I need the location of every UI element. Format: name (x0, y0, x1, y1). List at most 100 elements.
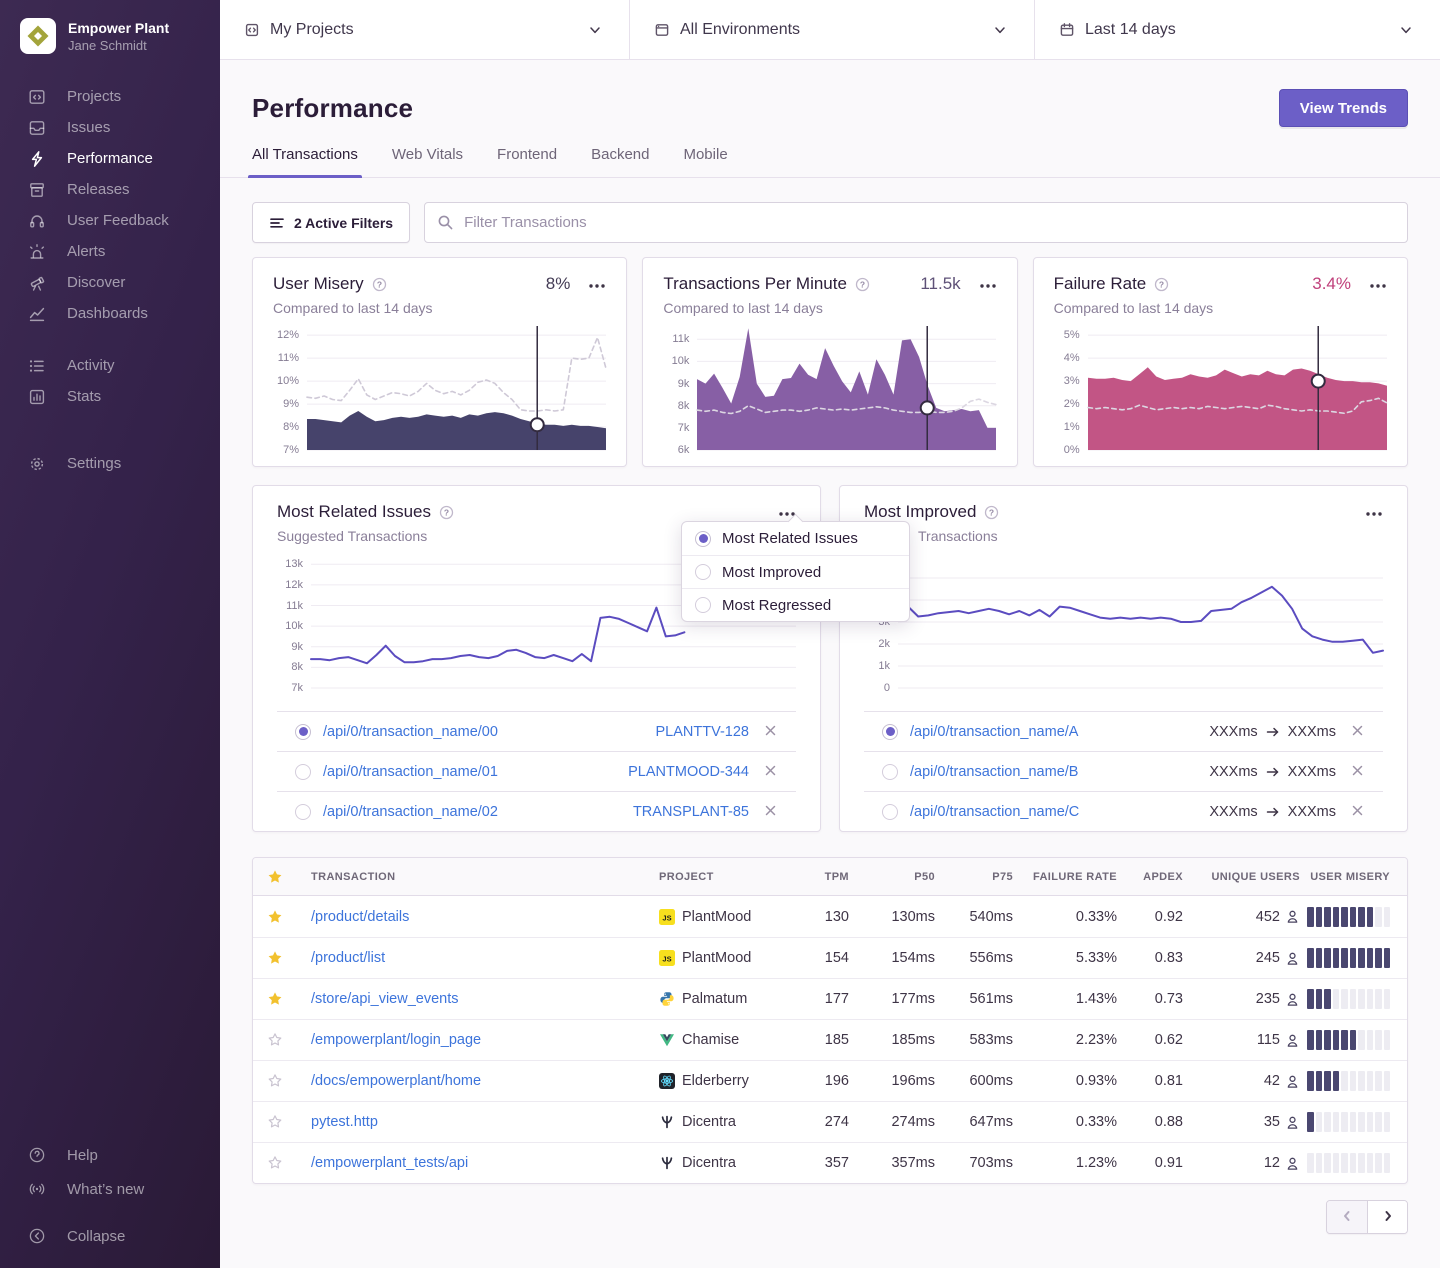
transaction-link[interactable]: /api/0/transaction_name/02 (323, 804, 498, 820)
menu-item-most-improved[interactable]: Most Improved (682, 555, 909, 588)
sidebar-item-projects[interactable]: Projects (0, 81, 220, 112)
radio-button[interactable] (295, 804, 311, 820)
tab-backend[interactable]: Backend (591, 146, 649, 177)
transaction-link[interactable]: /api/0/transaction_name/00 (323, 724, 498, 740)
card-menu-button[interactable] (1355, 503, 1383, 522)
dismiss-button[interactable] (1348, 721, 1367, 743)
card-title: Transactions Per Minute (663, 274, 847, 294)
dismiss-button[interactable] (761, 801, 780, 823)
star-toggle[interactable] (267, 1114, 311, 1130)
question-icon[interactable]: ? (1154, 277, 1169, 292)
sidebar-item-settings[interactable]: Settings (0, 448, 220, 479)
dropdown-value: Last 14 days (1085, 21, 1388, 39)
column-header-project[interactable]: PROJECT (635, 871, 785, 883)
radio-button[interactable] (295, 764, 311, 780)
stat-cards-row: User Misery ? 8% Compared to last 14 day… (252, 257, 1408, 467)
transaction-link[interactable]: /product/list (311, 950, 635, 966)
question-icon[interactable]: ? (855, 277, 870, 292)
radio-button[interactable] (882, 764, 898, 780)
tab-web-vitals[interactable]: Web Vitals (392, 146, 463, 177)
sidebar-item-activity[interactable]: Activity (0, 350, 220, 381)
y-axis-label: 11k (672, 333, 689, 345)
sidebar-item-help[interactable]: Help (0, 1138, 220, 1172)
issue-link[interactable]: PLANTTV-128 (656, 724, 750, 740)
question-icon[interactable]: ? (372, 277, 387, 292)
star-toggle[interactable] (267, 1155, 311, 1171)
radio-button[interactable] (882, 724, 898, 740)
user-misery-bars (1307, 1153, 1390, 1173)
column-header-p75[interactable]: P75 (992, 871, 1013, 883)
table-row: /empowerplant_tests/apiDicentra357357ms7… (253, 1142, 1407, 1183)
column-header-transaction[interactable]: TRANSACTION (311, 871, 635, 883)
question-icon[interactable]: ? (984, 505, 999, 520)
transaction-link[interactable]: /api/0/transaction_name/01 (323, 764, 498, 780)
transaction-link[interactable]: /api/0/transaction_name/C (910, 804, 1079, 820)
tab-bar: All Transactions Web Vitals Frontend Backen… (252, 146, 1408, 177)
column-header-p50[interactable]: P50 (914, 871, 935, 883)
card-menu-button[interactable] (969, 275, 997, 294)
sidebar-item-what-s-new[interactable]: What’s new (0, 1172, 220, 1206)
column-header-failure-rate[interactable]: FAILURE RATE (1033, 871, 1117, 883)
next-page-button[interactable] (1367, 1201, 1407, 1233)
last-14-days-dropdown[interactable]: Last 14 days (1035, 0, 1440, 59)
sidebar-item-collapse[interactable]: Collapse (0, 1219, 220, 1253)
dismiss-button[interactable] (761, 721, 780, 743)
star-toggle[interactable] (267, 1032, 311, 1048)
transaction-link[interactable]: /empowerplant/login_page (311, 1032, 635, 1048)
transaction-link[interactable]: /product/details (311, 909, 635, 925)
search-input[interactable] (424, 202, 1408, 243)
dismiss-button[interactable] (1348, 801, 1367, 823)
dismiss-button[interactable] (1348, 761, 1367, 783)
all-environments-dropdown[interactable]: All Environments (630, 0, 1035, 59)
transaction-link[interactable]: /empowerplant_tests/api (311, 1155, 635, 1171)
menu-item-most-related-issues[interactable]: Most Related Issues (682, 522, 909, 555)
user-misery-bars (1307, 948, 1390, 968)
issue-link[interactable]: TRANSPLANT-85 (633, 804, 749, 820)
card-menu-button[interactable] (578, 275, 606, 294)
tab-all-transactions[interactable]: All Transactions (252, 146, 358, 177)
question-icon[interactable]: ? (439, 505, 454, 520)
chart-canvas (307, 326, 606, 450)
column-header-tpm[interactable]: TPM (825, 871, 849, 883)
chart-marker (921, 401, 934, 414)
column-header-apdex[interactable]: APDEX (1143, 871, 1183, 883)
dropdown-value: All Environments (680, 21, 982, 39)
transaction-link[interactable]: /docs/empowerplant/home (311, 1073, 635, 1089)
tab-frontend[interactable]: Frontend (497, 146, 557, 177)
star-toggle[interactable] (267, 909, 311, 925)
tab-mobile[interactable]: Mobile (683, 146, 727, 177)
sidebar-item-discover[interactable]: Discover (0, 267, 220, 298)
sidebar-item-dashboards[interactable]: Dashboards (0, 298, 220, 329)
my-projects-dropdown[interactable]: My Projects (220, 0, 630, 59)
issue-link[interactable]: PLANTMOOD-344 (628, 764, 749, 780)
transaction-link[interactable]: /api/0/transaction_name/B (910, 764, 1078, 780)
close-icon (1350, 723, 1365, 741)
transaction-link[interactable]: pytest.http (311, 1114, 635, 1130)
star-toggle[interactable] (267, 991, 311, 1007)
transaction-link[interactable]: /api/0/transaction_name/A (910, 724, 1078, 740)
dismiss-button[interactable] (761, 761, 780, 783)
active-filters-button[interactable]: 2 Active Filters (252, 202, 410, 243)
sidebar-item-issues[interactable]: Issues (0, 112, 220, 143)
sidebar-item-alerts[interactable]: Alerts (0, 236, 220, 267)
y-axis-label: 8% (283, 421, 299, 433)
menu-item-most-regressed[interactable]: Most Regressed (682, 588, 909, 621)
cell-p50: 177ms (891, 991, 935, 1007)
view-trends-button[interactable]: View Trends (1279, 89, 1408, 127)
sidebar-item-user-feedback[interactable]: User Feedback (0, 205, 220, 236)
prev-page-button[interactable] (1327, 1201, 1367, 1233)
card-menu-button[interactable] (1359, 275, 1387, 294)
radio-button[interactable] (882, 804, 898, 820)
cell-unique-users: 235 (1256, 991, 1300, 1007)
star-toggle[interactable] (267, 1073, 311, 1089)
column-header-user-misery[interactable]: USER MISERY (1310, 871, 1390, 883)
org-switcher[interactable]: Empower Plant Jane Schmidt (0, 18, 220, 54)
releases-icon (28, 181, 46, 199)
transaction-link[interactable]: /store/api_view_events (311, 991, 635, 1007)
sidebar-item-performance[interactable]: Performance (0, 143, 220, 174)
radio-button[interactable] (295, 724, 311, 740)
sidebar-item-stats[interactable]: Stats (0, 381, 220, 412)
sidebar-item-releases[interactable]: Releases (0, 174, 220, 205)
star-toggle[interactable] (267, 950, 311, 966)
column-header-unique-users[interactable]: UNIQUE USERS (1211, 871, 1300, 883)
